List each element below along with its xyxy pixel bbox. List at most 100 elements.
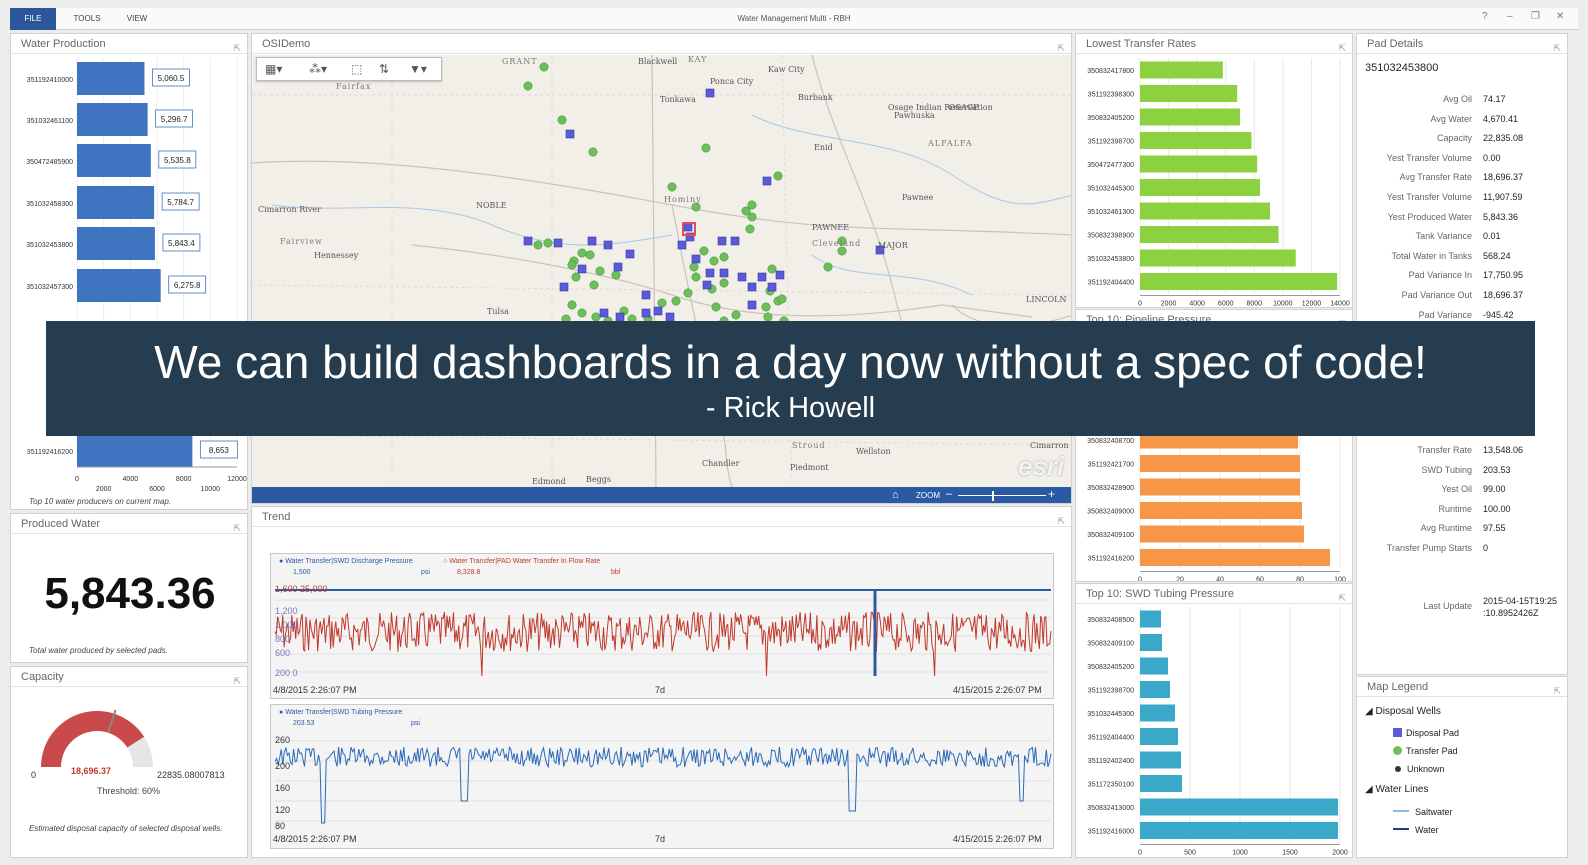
restore-icon[interactable]: ❐	[1531, 11, 1540, 22]
zoom-slider-handle[interactable]	[992, 491, 994, 501]
transfer-pad-marker	[701, 143, 711, 153]
pad-detail-label: Tank Variance	[1415, 231, 1472, 242]
x-tick-label: 2000	[1332, 850, 1348, 857]
pad-id: 351032453800	[1365, 62, 1439, 74]
home-icon[interactable]: ⌂	[892, 489, 899, 501]
transfer-pad-marker	[823, 262, 833, 272]
window-title: Water Management Multi - RBH	[737, 14, 851, 23]
panel-title: Trend ⇱	[252, 507, 1071, 527]
gauge-min: 0	[31, 770, 37, 780]
map-place-label: Cleveland	[812, 239, 862, 248]
filter-icon[interactable]: ▼▾	[409, 62, 427, 76]
pad-detail-row: Capacity 22,835.08	[1357, 133, 1567, 152]
x-tick-label: 12000	[227, 476, 247, 483]
zoom-in-button[interactable]: +	[1048, 487, 1055, 501]
capacity-panel: Capacity ⇱ 0 22835.08007813 18,696.37 Thr…	[10, 666, 248, 858]
unknown-swatch	[1395, 766, 1401, 772]
transfer-pad-marker	[691, 272, 701, 282]
map-place-label: Chandler	[702, 459, 740, 468]
disposal-pad-marker	[523, 236, 533, 246]
county-border	[252, 284, 1071, 296]
transfer-pad-marker	[773, 171, 783, 181]
trend2-y-tick: 80	[275, 821, 286, 831]
transfer-pad-marker	[777, 294, 787, 304]
legend-group-water-lines[interactable]: ◢ Water Lines	[1365, 784, 1428, 795]
map-place-label: Fairfax	[336, 82, 372, 91]
bar-category-label: 351032457300	[26, 284, 73, 291]
zoom-slider[interactable]	[958, 495, 1046, 496]
panel-title: Capacity ⇱	[11, 667, 247, 687]
pin-icon[interactable]: ⇱	[233, 518, 241, 538]
map-place-label: Cimarron River	[258, 205, 321, 214]
trend1-plot[interactable]	[271, 580, 1055, 684]
map-place-label: PAWNEE	[812, 223, 850, 232]
bar-category-label: 351192421700	[1088, 462, 1134, 469]
pad-detail-value: 568.24	[1483, 250, 1511, 261]
pad-detail-value: 74.17	[1483, 94, 1506, 104]
bar-category-label: 351192398300	[1088, 92, 1134, 99]
pad-detail-label: Pad Variance Out	[1401, 290, 1472, 300]
pin-icon[interactable]: ⇱	[1057, 511, 1065, 531]
bar-value-label: 6,275.8	[174, 281, 201, 290]
help-icon[interactable]: ?	[1482, 11, 1488, 22]
trend-panel: Trend ⇱ ● Water Transfer|SWD Discharge Pr…	[251, 506, 1072, 858]
bar	[1140, 704, 1175, 722]
bar-category-label: 350832409100	[1087, 641, 1134, 648]
trend1-span: 7d	[655, 685, 666, 695]
bar	[1140, 775, 1182, 792]
bar	[1140, 822, 1338, 839]
transfer-pad-marker	[761, 302, 771, 312]
layers-icon[interactable]: ⁂▾	[309, 62, 327, 76]
pad-detail-row: Yest Transfer Volume 11,907.59	[1357, 192, 1567, 211]
water-swatch	[1393, 828, 1409, 830]
measure-icon[interactable]: ⇅	[379, 62, 389, 76]
pad-detail-label: Yest Transfer Volume	[1386, 152, 1472, 163]
bar-category-label: 350832413000	[1087, 805, 1134, 812]
bar	[77, 186, 155, 219]
pin-icon[interactable]: ⇱	[1553, 38, 1561, 58]
capacity-gauge	[41, 709, 153, 767]
pin-icon[interactable]: ⇱	[233, 671, 241, 691]
pad-detail-label: Runtime	[1438, 503, 1472, 514]
county-border	[252, 434, 1071, 446]
transfer-pad-marker	[747, 212, 757, 222]
transfer-pad-marker	[671, 296, 681, 306]
legend-group-disposal[interactable]: ◢ Disposal Wells	[1365, 706, 1441, 717]
transfer-pad-marker	[611, 270, 621, 280]
transfer-pad-marker	[689, 262, 699, 272]
bar	[77, 144, 151, 177]
trend2-legend-1-value: 203.53	[293, 720, 315, 727]
disposal-pad-marker	[577, 264, 587, 274]
panel-title: Produced Water ⇱	[11, 514, 247, 534]
map-place-label: Pawnee	[902, 193, 934, 202]
bar-category-label: 350832408500	[1087, 617, 1134, 624]
x-tick-label: 1500	[1282, 850, 1298, 857]
pad-detail-label: Transfer Pump Starts	[1386, 543, 1472, 553]
x-tick-label: 40	[1216, 577, 1224, 583]
trend-chart-2: ● Water Transfer|SWD Tubing Pressure 203…	[270, 704, 1054, 849]
select-icon[interactable]: ⬚	[351, 62, 362, 76]
close-icon[interactable]: ✕	[1556, 11, 1564, 22]
last-update-value-1: 2015-04-15T19:25	[1483, 596, 1558, 606]
minimize-icon[interactable]: –	[1507, 11, 1513, 22]
pin-icon[interactable]: ⇱	[1553, 681, 1561, 701]
disposal-pad-marker	[603, 240, 613, 250]
trend1-y-tick: 600	[275, 648, 291, 658]
zoom-out-button[interactable]: –	[946, 488, 952, 500]
disposal-pad-marker	[717, 236, 727, 246]
water-production-caption: Top 10 water producers on current map.	[29, 497, 172, 506]
disposal-pad-marker	[653, 306, 663, 316]
produced-water-caption: Total water produced by selected pads.	[29, 646, 168, 655]
gauge-fill	[41, 711, 145, 767]
bar	[1140, 132, 1252, 149]
map-place-label: ALFALFA	[928, 139, 973, 148]
bar-category-label: 350832417800	[1087, 68, 1134, 75]
trend1-legend-2-value: 8,328.8	[457, 569, 481, 576]
road-line	[252, 160, 1071, 236]
trend2-plot[interactable]	[271, 731, 1055, 835]
map-place-label: Wellston	[856, 447, 891, 456]
basemap-icon[interactable]: ▦▾	[265, 62, 282, 76]
bar	[1140, 681, 1170, 698]
quote-text: We can build dashboards in a day now wit…	[154, 336, 1427, 388]
bar-category-label: 351192402400	[1088, 758, 1134, 765]
